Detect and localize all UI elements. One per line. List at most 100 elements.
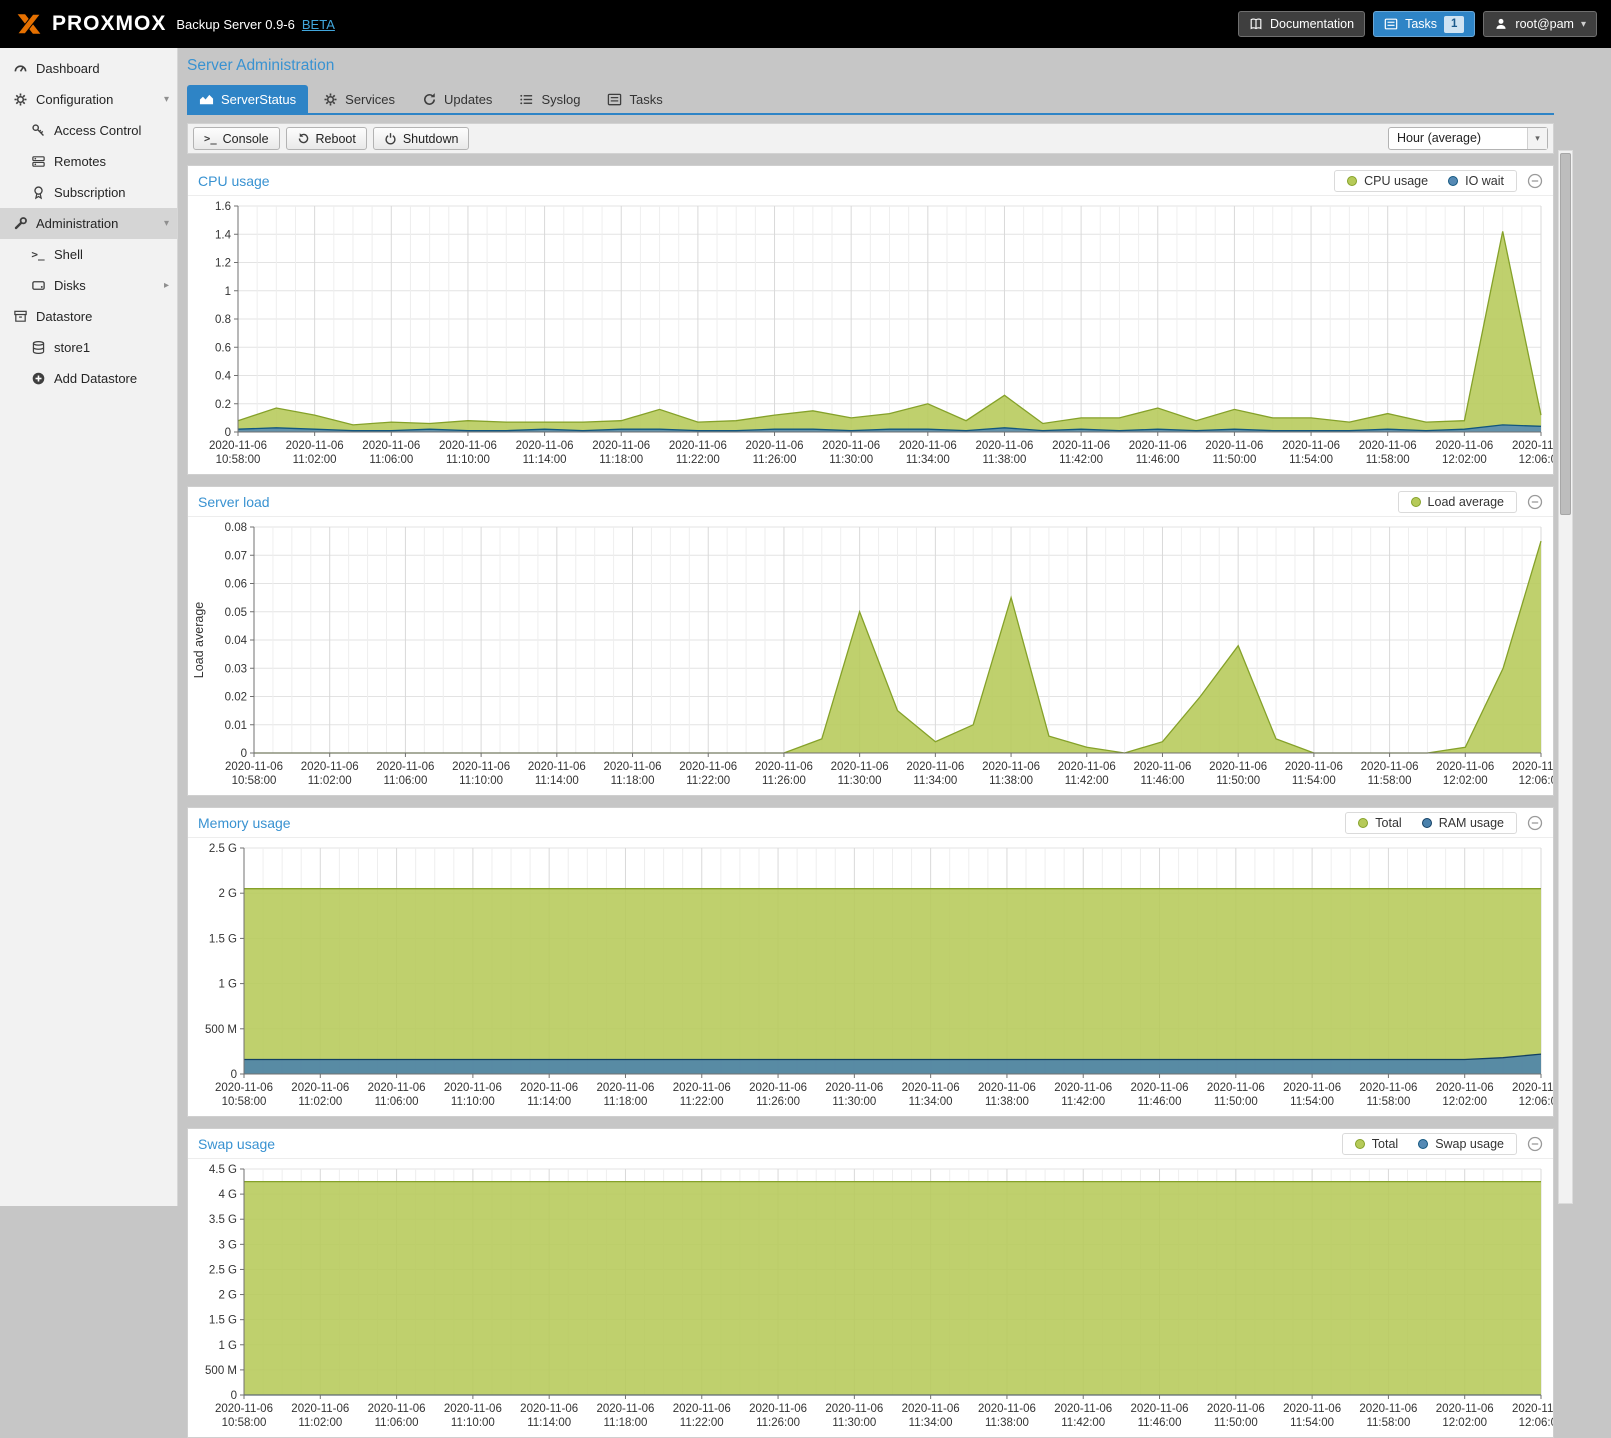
swap-usage-panel: Swap usage Total Swap usage 0500 M1 G1.5… [187,1128,1554,1438]
tab-services[interactable]: Services [311,85,407,113]
plus-circle-icon [30,371,46,387]
svg-text:11:06:00: 11:06:00 [383,775,427,787]
beta-link[interactable]: BETA [302,17,335,32]
svg-text:0: 0 [231,1390,237,1402]
svg-text:11:54:00: 11:54:00 [1292,775,1336,787]
svg-text:2020-11-06: 2020-11-06 [1207,1403,1265,1415]
svg-text:2020-11-06: 2020-11-06 [215,1403,273,1415]
tab-updates[interactable]: Updates [410,85,504,113]
svg-text:11:46:00: 11:46:00 [1138,1096,1182,1108]
svg-text:2020-11-06: 2020-11-06 [520,1403,578,1415]
sidebar-item-store1[interactable]: store1 [0,332,177,363]
sidebar-item-subscription[interactable]: Subscription [0,177,177,208]
svg-text:2020-11-06: 2020-11-06 [975,440,1033,452]
svg-text:2020-11-06: 2020-11-06 [209,440,267,452]
proxmox-logo-icon [14,11,44,37]
svg-text:2020-11-06: 2020-11-06 [225,761,283,773]
tasks-count-badge: 1 [1444,16,1464,33]
svg-text:2020-11-06: 2020-11-06 [822,440,880,452]
timeframe-select[interactable]: Hour (average) ▾ [1388,127,1548,150]
collapse-icon[interactable] [1527,173,1543,189]
svg-text:11:02:00: 11:02:00 [308,775,352,787]
svg-text:11:22:00: 11:22:00 [680,1417,724,1429]
panel-title: CPU usage [198,173,270,189]
console-button[interactable]: >_ Console [193,127,280,150]
svg-text:0.03: 0.03 [225,663,247,675]
tab-syslog[interactable]: Syslog [507,85,592,113]
svg-text:2020-11-06: 2020-11-06 [1283,1082,1341,1094]
svg-text:2020-11-06: 2020-11-06 [376,761,434,773]
svg-text:2020-11-06: 2020-11-06 [749,1403,807,1415]
svg-text:0: 0 [225,427,231,439]
svg-text:2020-11-06: 2020-11-06 [1359,1082,1417,1094]
collapse-icon[interactable] [1527,815,1543,831]
vertical-scrollbar[interactable] [1558,150,1573,1204]
svg-text:2020-11-06: 2020-11-06 [368,1403,426,1415]
tab-serverstatus[interactable]: ServerStatus [187,85,308,113]
tasks-icon [1384,17,1398,31]
svg-text:11:18:00: 11:18:00 [604,1096,648,1108]
legend-item: Total [1358,816,1401,830]
memory-usage-chart: 0500 M1 G1.5 G2 G2.5 G2020-11-0610:58:00… [188,838,1553,1116]
svg-text:11:30:00: 11:30:00 [838,775,882,787]
svg-text:11:26:00: 11:26:00 [756,1417,800,1429]
svg-text:2020-11-06: 2020-11-06 [1131,1403,1189,1415]
svg-text:4 G: 4 G [218,1189,237,1201]
sidebar-item-remotes[interactable]: Remotes [0,146,177,177]
sidebar-item-configuration[interactable]: Configuration ▾ [0,84,177,115]
svg-text:12:06:00: 12:06:00 [1519,775,1553,787]
tasks-button[interactable]: Tasks 1 [1373,11,1475,37]
svg-text:2020-11-06: 2020-11-06 [978,1082,1036,1094]
cpu-usage-chart: 00.20.40.60.811.21.41.62020-11-0610:58:0… [188,196,1553,474]
svg-text:1.4: 1.4 [215,229,232,241]
collapse-icon[interactable] [1527,494,1543,510]
scrollbar-thumb[interactable] [1560,153,1571,515]
svg-text:2020-11-06: 2020-11-06 [604,761,662,773]
svg-text:11:50:00: 11:50:00 [1212,454,1256,466]
svg-text:2020-11-06: 2020-11-06 [899,440,957,452]
brand-text: PROXMOX [52,12,166,36]
shutdown-button[interactable]: Shutdown [373,127,470,150]
svg-text:2020-11-06: 2020-11-06 [1359,1403,1417,1415]
documentation-button[interactable]: Documentation [1238,11,1365,37]
sidebar-item-disks[interactable]: Disks ▸ [0,270,177,301]
svg-text:11:58:00: 11:58:00 [1366,1096,1410,1108]
svg-text:2020-11-06: 2020-11-06 [673,1403,731,1415]
sidebar-item-add-datastore[interactable]: Add Datastore [0,363,177,394]
svg-text:0.8: 0.8 [215,314,231,326]
svg-text:11:14:00: 11:14:00 [527,1096,571,1108]
svg-text:11:38:00: 11:38:00 [985,1096,1029,1108]
sidebar-item-datastore[interactable]: Datastore [0,301,177,332]
user-menu-button[interactable]: root@pam ▾ [1483,11,1597,37]
sidebar-item-dashboard[interactable]: Dashboard [0,53,177,84]
svg-text:2020-11-06: 2020-11-06 [755,761,813,773]
sidebar-item-shell[interactable]: >_ Shell [0,239,177,270]
svg-text:12:06:00: 12:06:00 [1519,1096,1553,1108]
panel-title: Server load [198,494,270,510]
svg-text:2020-11-06: 2020-11-06 [1129,440,1187,452]
svg-text:11:06:00: 11:06:00 [375,1096,419,1108]
disk-icon [30,278,46,294]
server-icon [30,154,46,170]
top-bar: PROXMOX Backup Server 0.9-6 BETA Documen… [0,0,1611,48]
svg-text:11:54:00: 11:54:00 [1290,1096,1334,1108]
sidebar-item-access-control[interactable]: Access Control [0,115,177,146]
svg-text:2020-11-06: 2020-11-06 [291,1082,349,1094]
svg-text:12:02:00: 12:02:00 [1442,1417,1487,1429]
terminal-icon: >_ [30,247,46,263]
svg-text:11:34:00: 11:34:00 [906,454,950,466]
svg-text:2020-11-06: 2020-11-06 [1436,761,1494,773]
svg-text:11:18:00: 11:18:00 [604,1417,648,1429]
svg-text:2020-11-06: 2020-11-06 [1205,440,1263,452]
svg-text:11:34:00: 11:34:00 [909,1096,953,1108]
reboot-button[interactable]: Reboot [286,127,367,150]
legend-swatch [1358,818,1368,828]
chart-legend: Total Swap usage [1342,1133,1517,1155]
collapse-icon[interactable] [1527,1136,1543,1152]
svg-text:1.5 G: 1.5 G [209,933,237,945]
sidebar-item-administration[interactable]: Administration ▾ [0,208,177,239]
legend-item: Load average [1411,495,1504,509]
svg-text:0.05: 0.05 [225,607,247,619]
swap-usage-chart: 0500 M1 G1.5 G2 G2.5 G3 G3.5 G4 G4.5 G20… [188,1159,1553,1437]
tab-tasks[interactable]: Tasks [595,85,674,113]
